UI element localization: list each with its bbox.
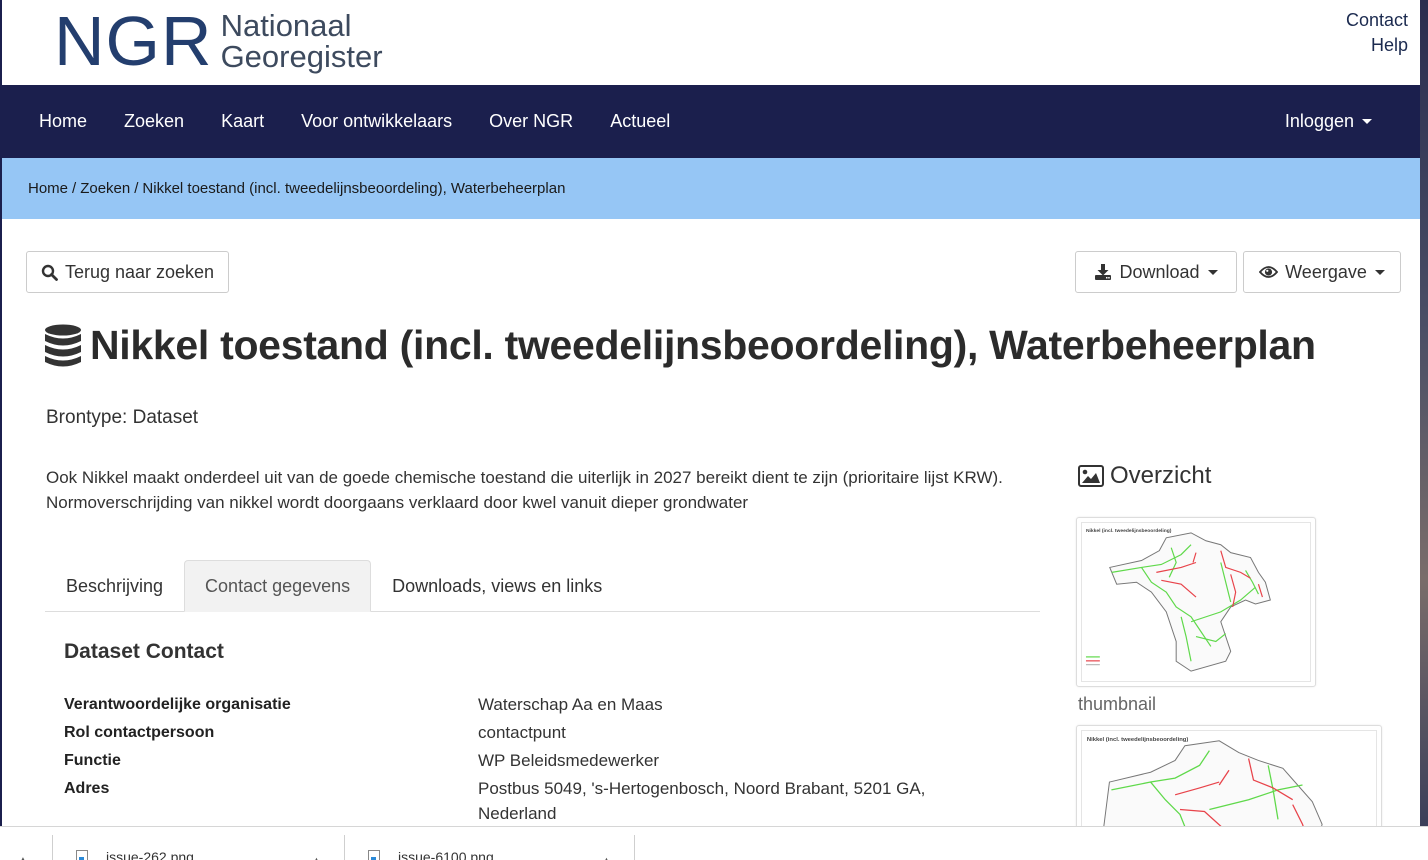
dataset-contact-heading: Dataset Contact bbox=[64, 640, 224, 663]
window-edge-right bbox=[1420, 0, 1428, 826]
breadcrumb-separator: / bbox=[72, 180, 77, 197]
nav-item-zoeken[interactable]: Zoeken bbox=[124, 111, 184, 132]
download-bar-divider bbox=[344, 835, 345, 860]
download-filename: issue-262.png bbox=[106, 849, 194, 860]
contact-value: WP Beleidsmedewerker bbox=[478, 751, 660, 770]
dataset-title: Nikkel toestand (incl. tweedelijnsbeoord… bbox=[90, 322, 1316, 368]
back-button-label: Terug naar zoeken bbox=[64, 261, 215, 282]
download-bar-divider bbox=[52, 835, 53, 860]
help-link[interactable]: Help bbox=[1346, 33, 1408, 58]
contact-label: Functie bbox=[64, 752, 121, 769]
chevron-up-icon[interactable]: ▲ bbox=[312, 855, 321, 860]
login-dropdown[interactable]: Inloggen bbox=[1285, 85, 1372, 158]
caret-down-icon bbox=[1207, 269, 1218, 275]
download-dropdown-button[interactable]: Download bbox=[1075, 251, 1237, 293]
download-filename: issue-6100.png bbox=[398, 849, 494, 860]
logo-line-2: Georegister bbox=[220, 39, 383, 74]
page: NGR Nationaal Georegister Contact Help H… bbox=[2, 0, 1420, 826]
download-item[interactable]: issue-6100.png bbox=[368, 849, 494, 860]
nav-item-actueel[interactable]: Actueel bbox=[610, 111, 670, 132]
tab-beschrijving[interactable]: Beschrijving bbox=[45, 560, 184, 612]
dataset-description: Ook Nikkel maakt onderdeel uit van de go… bbox=[46, 468, 1003, 512]
tab-contact-gegevens[interactable]: Contact gegevens bbox=[184, 560, 372, 612]
breadcrumb-home[interactable]: Home bbox=[28, 180, 68, 197]
logo-abbr: NGR bbox=[54, 2, 213, 80]
download-label: Download bbox=[1119, 261, 1200, 282]
caret-down-icon bbox=[1362, 119, 1372, 124]
contact-label: Rol contactpersoon bbox=[64, 724, 215, 741]
site-header: NGR Nationaal Georegister Contact Help bbox=[2, 0, 1420, 85]
database-icon bbox=[45, 324, 81, 366]
back-to-search-button[interactable]: Terug naar zoeken bbox=[26, 251, 229, 293]
chevron-up-icon[interactable]: ▲ bbox=[602, 855, 611, 860]
detail-tabs: Beschrijving Contact gegevens Downloads,… bbox=[45, 559, 1040, 612]
chevron-up-icon[interactable]: ▲ bbox=[18, 855, 28, 860]
nav-item-ontwikkelaars[interactable]: Voor ontwikkelaars bbox=[301, 111, 452, 132]
map-preview: Nikkel (incl. tweedelijnsbeoordeling) bbox=[1081, 522, 1311, 682]
contact-row: Verantwoordelijke organisatie Waterschap… bbox=[64, 692, 964, 717]
contact-link[interactable]: Contact bbox=[1346, 8, 1408, 33]
caret-down-icon bbox=[1374, 269, 1385, 275]
page-title: Nikkel toestand (incl. tweedelijnsbeoord… bbox=[44, 322, 1316, 369]
contact-value: contactpunt bbox=[478, 723, 566, 742]
search-icon bbox=[41, 264, 58, 281]
ngr-logo[interactable]: NGR Nationaal Georegister bbox=[54, 6, 383, 76]
map-thumbnail-graphic-large: Nikkel (incl. tweedelijnsbeoordeling) bbox=[1087, 737, 1323, 826]
nav-item-kaart[interactable]: Kaart bbox=[221, 111, 264, 132]
overview-heading: Overzicht bbox=[1078, 462, 1211, 490]
map-title: Nikkel (incl. tweedelijnsbeoordeling) bbox=[1087, 737, 1188, 743]
login-label: Inloggen bbox=[1284, 111, 1354, 131]
download-item[interactable]: issue-262.png bbox=[76, 849, 194, 860]
breadcrumb-zoeken[interactable]: Zoeken bbox=[80, 180, 130, 197]
thumbnail-image[interactable]: Nikkel (incl. tweedelijnsbeoordeling) bbox=[1076, 517, 1316, 687]
main-navbar: Home Zoeken Kaart Voor ontwikkelaars Ove… bbox=[2, 85, 1420, 158]
image-icon bbox=[1078, 465, 1104, 487]
tab-downloads-views-links[interactable]: Downloads, views en links bbox=[371, 560, 623, 612]
overview-heading-label: Overzicht bbox=[1110, 462, 1212, 489]
nav-item-over-ngr[interactable]: Over NGR bbox=[489, 111, 573, 132]
file-icon bbox=[368, 849, 380, 860]
contact-row: Functie WP Beleidsmedewerker bbox=[64, 748, 964, 773]
file-icon bbox=[76, 849, 88, 860]
nav-item-home[interactable]: Home bbox=[39, 111, 87, 132]
map-preview-large: Nikkel (incl. tweedelijnsbeoordeling) bbox=[1081, 730, 1377, 826]
breadcrumb: Home / Zoeken / Nikkel toestand (incl. t… bbox=[2, 158, 1420, 219]
eye-icon bbox=[1259, 266, 1279, 278]
map-title: Nikkel (incl. tweedelijnsbeoordeling) bbox=[1086, 528, 1172, 534]
thumbnail-image-large[interactable]: Nikkel (incl. tweedelijnsbeoordeling) bbox=[1076, 725, 1382, 826]
logo-text: Nationaal Georegister bbox=[221, 10, 383, 72]
download-icon bbox=[1095, 264, 1112, 280]
contact-value: Postbus 5049, 's-Hertogenbosch, Noord Br… bbox=[478, 779, 926, 823]
logo-line-1: Nationaal bbox=[220, 8, 352, 43]
top-links: Contact Help bbox=[1346, 8, 1408, 58]
contact-table: Verantwoordelijke organisatie Waterschap… bbox=[64, 692, 964, 826]
contact-row: Rol contactpersoon contactpunt bbox=[64, 720, 964, 745]
contact-value: Waterschap Aa en Maas bbox=[478, 695, 663, 714]
map-thumbnail-graphic: Nikkel (incl. tweedelijnsbeoordeling) bbox=[1085, 528, 1271, 672]
nav-items: Home Zoeken Kaart Voor ontwikkelaars Ove… bbox=[39, 85, 707, 158]
weergave-label: Weergave bbox=[1285, 261, 1367, 282]
contact-label: Adres bbox=[64, 780, 110, 797]
breadcrumb-current: Nikkel toestand (incl. tweedelijnsbeoord… bbox=[142, 180, 566, 197]
contact-label: Verantwoordelijke organisatie bbox=[64, 696, 291, 713]
browser-download-bar: ▲ issue-262.png ▲ issue-6100.png ▲ bbox=[0, 826, 1428, 860]
contact-row: Adres Postbus 5049, 's-Hertogenbosch, No… bbox=[64, 776, 964, 826]
thumbnail-caption: thumbnail bbox=[1078, 694, 1157, 714]
breadcrumb-separator: / bbox=[134, 180, 139, 197]
brontype: Brontype: Dataset bbox=[46, 407, 199, 428]
download-bar-divider bbox=[634, 835, 635, 860]
weergave-dropdown-button[interactable]: Weergave bbox=[1243, 251, 1401, 293]
